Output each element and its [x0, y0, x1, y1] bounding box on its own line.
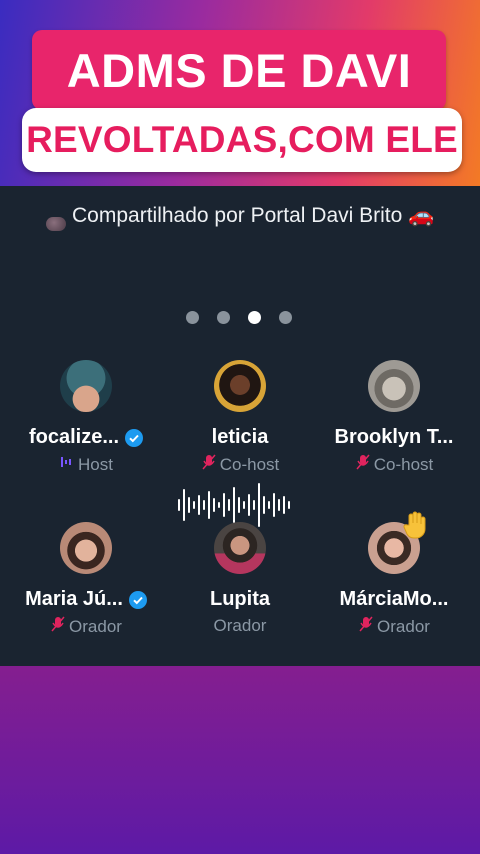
host-icon — [59, 454, 75, 475]
avatar — [214, 522, 266, 574]
page-dot[interactable] — [279, 311, 292, 324]
avatar — [60, 360, 112, 412]
avatar — [60, 522, 112, 574]
mic-muted-icon — [355, 454, 371, 475]
video-subtitle: REVOLTADAS,COM ELE — [22, 108, 462, 172]
participant-card[interactable]: focalize... Host — [11, 360, 161, 475]
participant-role: Co-host — [219, 454, 280, 474]
pagination-dots — [186, 311, 292, 324]
shared-by-line[interactable]: Compartilhado por Portal Davi Brito 🚗 — [46, 200, 446, 231]
participant-card[interactable]: MárciaMo... Orador — [319, 522, 469, 637]
participant-name: Maria Jú... — [25, 588, 123, 610]
participant-name: Lupita — [210, 588, 270, 610]
avatar — [214, 360, 266, 412]
verified-badge-icon — [125, 428, 144, 447]
participant-card[interactable]: Maria Jú... Orador — [11, 522, 161, 637]
participant-name: Brooklyn T... — [334, 426, 454, 448]
sharer-avatar — [46, 217, 66, 231]
participant-card[interactable]: Lupita Orador — [165, 522, 315, 636]
participant-name: leticia — [211, 426, 269, 448]
participant-role: Host — [78, 454, 113, 474]
page-dot[interactable] — [186, 311, 199, 324]
participant-name: focalize... — [28, 426, 120, 448]
raised-hand-icon — [403, 511, 426, 539]
participant-name: MárciaMo... — [339, 588, 449, 610]
verified-badge-icon — [128, 590, 147, 609]
mic-muted-icon — [201, 454, 217, 475]
mic-muted-icon — [50, 616, 66, 637]
participant-role: Co-host — [373, 454, 434, 474]
participant-card[interactable]: Brooklyn T... Co-host — [319, 360, 469, 475]
mic-muted-icon — [358, 616, 374, 637]
participant-role: Orador — [377, 616, 430, 636]
page-dot[interactable] — [217, 311, 230, 324]
shared-by-text: Compartilhado por Portal Davi Brito 🚗 — [72, 204, 435, 227]
participant-card[interactable]: leticia Co-host — [165, 360, 315, 475]
participant-role: Orador — [213, 616, 267, 635]
page-dot-active[interactable] — [248, 311, 261, 324]
participant-role: Orador — [69, 616, 122, 636]
video-title: ADMS DE DAVI — [32, 30, 446, 110]
avatar — [368, 360, 420, 412]
